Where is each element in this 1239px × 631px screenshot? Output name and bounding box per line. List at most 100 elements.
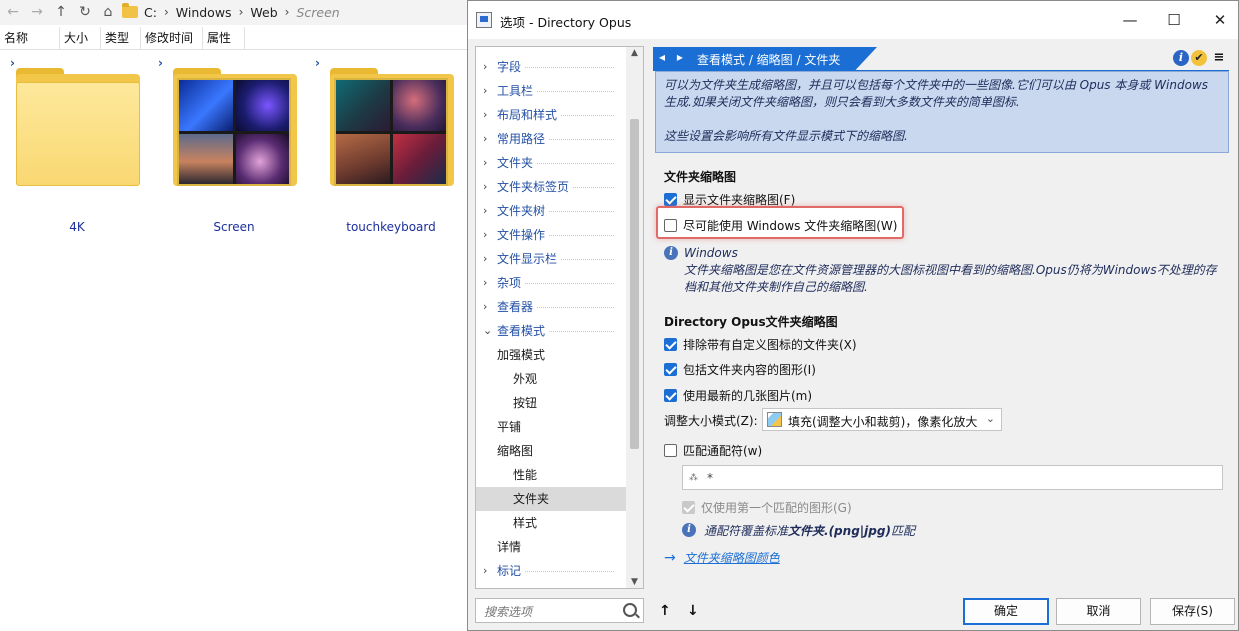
- maximize-icon[interactable]: ☐: [1160, 9, 1188, 31]
- column-header-attributes[interactable]: 属性: [203, 27, 245, 49]
- tree-item[interactable]: › 文件显示栏: [476, 247, 626, 271]
- match-wildcard-checkbox[interactable]: [664, 443, 677, 457]
- use-recent-images-option[interactable]: 使用最新的几张图片(m): [664, 386, 812, 404]
- tree-scrollbar[interactable]: ▲ ▼: [626, 47, 643, 588]
- tree-item[interactable]: 缩略图: [476, 439, 626, 463]
- breadcrumb-item[interactable]: Web: [250, 5, 277, 20]
- chevron-down-icon[interactable]: ⌄: [986, 412, 995, 425]
- wildcard-value[interactable]: *: [707, 471, 713, 485]
- tree-item[interactable]: 性能: [476, 463, 626, 487]
- tree-item[interactable]: 按钮: [476, 391, 626, 415]
- scroll-down-icon[interactable]: ▼: [626, 577, 643, 587]
- move-down-icon[interactable]: ↓: [687, 603, 699, 619]
- tree-item[interactable]: ⌄ 查看模式: [476, 319, 626, 343]
- home-icon[interactable]: ⌂: [99, 3, 117, 21]
- chevron-right-icon[interactable]: ›: [483, 103, 487, 127]
- search-options-box[interactable]: [475, 598, 644, 623]
- menu-icon[interactable]: ≡: [1211, 50, 1227, 66]
- wildcard-field[interactable]: ⁂ *: [682, 465, 1223, 490]
- folder-tile-screen[interactable]: › Screen: [158, 56, 304, 240]
- column-header-type[interactable]: 类型: [101, 27, 141, 49]
- chevron-right-icon[interactable]: ›: [483, 151, 487, 175]
- chevron-right-icon[interactable]: ›: [483, 79, 487, 103]
- column-header-name[interactable]: 名称: [0, 27, 60, 49]
- note-heading: Windows: [684, 246, 738, 260]
- exclude-custom-icons-checkbox[interactable]: [664, 337, 677, 351]
- match-wildcard-option[interactable]: 匹配通配符(w): [664, 441, 762, 459]
- scroll-thumb[interactable]: [630, 119, 639, 449]
- breadcrumb-item[interactable]: C:: [144, 5, 157, 20]
- tree-item[interactable]: 文件夹: [476, 487, 626, 511]
- up-arrow-icon[interactable]: ↑: [52, 3, 70, 21]
- resize-mode-select[interactable]: 填充(调整大小和裁剪)，像素化放大 ⌄: [762, 408, 1002, 431]
- chevron-right-icon[interactable]: ›: [483, 247, 487, 271]
- option-label: 排除带有自定义图标的文件夹(X): [683, 337, 857, 352]
- use-windows-thumbnails-checkbox[interactable]: [664, 218, 677, 232]
- chevron-right-icon[interactable]: ›: [483, 583, 487, 588]
- show-folder-thumbnails-checkbox[interactable]: [664, 192, 677, 206]
- nav-arrows-icon[interactable]: ◂ ▸: [659, 50, 687, 64]
- include-images-option[interactable]: 包括文件夹内容的图形(I): [664, 360, 816, 378]
- chevron-right-icon[interactable]: ›: [483, 295, 487, 319]
- title-bar[interactable]: 选项 - Directory Opus — ☐ ✕: [468, 1, 1238, 39]
- save-button[interactable]: 保存(S): [1150, 598, 1235, 625]
- move-up-icon[interactable]: ↑: [659, 603, 671, 619]
- tree-item[interactable]: › 文件操作: [476, 223, 626, 247]
- link-text[interactable]: 文件夹缩略图颜色: [684, 549, 780, 566]
- chevron-right-icon[interactable]: ›: [483, 127, 487, 151]
- tree-item[interactable]: › 杂项: [476, 271, 626, 295]
- chevron-right-icon[interactable]: ›: [483, 175, 487, 199]
- breadcrumb-item[interactable]: Windows: [176, 5, 232, 20]
- back-arrow-icon[interactable]: ←: [4, 3, 22, 21]
- minimize-icon[interactable]: —: [1116, 9, 1144, 31]
- tree-item[interactable]: 外观: [476, 367, 626, 391]
- tree-item[interactable]: 样式: [476, 511, 626, 535]
- tree-item[interactable]: 平铺: [476, 415, 626, 439]
- option-label: 尽可能使用 Windows 文件夹缩略图(W): [683, 218, 898, 233]
- folder-thumbnail-colors-link[interactable]: → 文件夹缩略图颜色: [664, 549, 780, 566]
- tree-item[interactable]: › 布局和样式: [476, 103, 626, 127]
- scroll-up-icon[interactable]: ▲: [626, 48, 643, 58]
- options-tree[interactable]: › 字段 › 工具栏 › 布局和样式 › 常用路径 › 文件夹 › 文件夹标签页 › 文件夹树 › 文件操作 ›…: [475, 46, 644, 589]
- refresh-icon[interactable]: ↻: [76, 3, 94, 21]
- chevron-right-icon[interactable]: ›: [483, 223, 487, 247]
- chevron-right-icon[interactable]: ›: [483, 199, 487, 223]
- column-header-size[interactable]: 大小: [60, 27, 101, 49]
- info-icon[interactable]: i: [1173, 50, 1189, 66]
- search-input[interactable]: [482, 602, 616, 621]
- ok-button[interactable]: 确定: [963, 598, 1049, 625]
- breadcrumb[interactable]: C: › Windows › Web › Screen: [122, 3, 340, 20]
- chevron-right-icon[interactable]: ›: [483, 559, 487, 583]
- use-recent-images-checkbox[interactable]: [664, 388, 677, 402]
- forward-arrow-icon[interactable]: →: [28, 3, 46, 21]
- tree-item[interactable]: 加强模式: [476, 343, 626, 367]
- tree-item-label: 样式: [513, 511, 542, 535]
- tree-item[interactable]: 详情: [476, 535, 626, 559]
- options-dialog: 选项 - Directory Opus — ☐ ✕ › 字段 › 工具栏 › 布局和样式 ›…: [467, 0, 1239, 631]
- tree-item[interactable]: › 用户界面: [476, 583, 626, 588]
- tree-item[interactable]: › 文件夹标签页: [476, 175, 626, 199]
- use-windows-thumbnails-option[interactable]: 尽可能使用 Windows 文件夹缩略图(W): [664, 216, 897, 234]
- cancel-button[interactable]: 取消: [1056, 598, 1141, 625]
- folder-tile-4k[interactable]: › 4K: [7, 56, 147, 240]
- tree-item[interactable]: › 常用路径: [476, 127, 626, 151]
- column-header-modified[interactable]: 修改时间: [141, 27, 203, 49]
- tree-item[interactable]: › 文件夹树: [476, 199, 626, 223]
- include-images-checkbox[interactable]: [664, 362, 677, 376]
- exclude-custom-icons-option[interactable]: 排除带有自定义图标的文件夹(X): [664, 335, 857, 353]
- tree-item[interactable]: › 工具栏: [476, 79, 626, 103]
- tree-item[interactable]: › 字段: [476, 55, 626, 79]
- chevron-right-icon[interactable]: ›: [483, 271, 487, 295]
- close-icon[interactable]: ✕: [1206, 9, 1234, 31]
- section-title: 文件夹缩略图: [664, 170, 737, 184]
- chevron-down-icon[interactable]: ⌄: [483, 319, 492, 343]
- tree-item[interactable]: › 标记: [476, 559, 626, 583]
- breadcrumb-item[interactable]: Screen: [296, 5, 339, 20]
- checkmark-badge-icon[interactable]: ✔: [1191, 50, 1207, 66]
- search-icon[interactable]: [623, 603, 637, 617]
- tree-item-label: 标记: [497, 559, 526, 583]
- chevron-right-icon[interactable]: ›: [483, 55, 487, 79]
- folder-tile-touchkeyboard[interactable]: › touchkeyboard: [315, 56, 461, 240]
- tree-item[interactable]: › 查看器: [476, 295, 626, 319]
- tree-item[interactable]: › 文件夹: [476, 151, 626, 175]
